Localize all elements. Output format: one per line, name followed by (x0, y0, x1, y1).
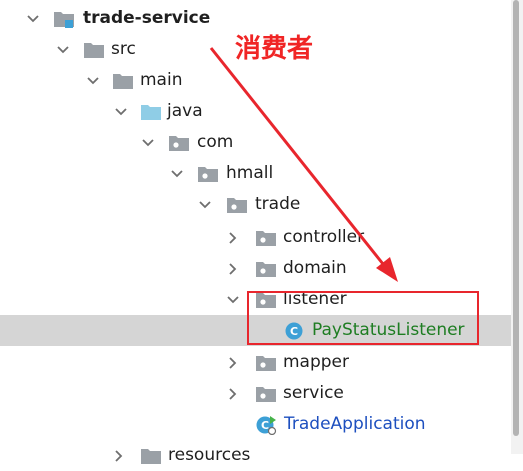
package-icon (255, 228, 277, 248)
chevron-down-icon[interactable] (170, 167, 184, 181)
tree-node-controller[interactable]: controller (0, 222, 511, 253)
tree-node-label: domain (283, 258, 347, 278)
package-icon (255, 384, 277, 404)
chevron-down-icon[interactable] (86, 74, 100, 88)
tree-node-domain[interactable]: domain (0, 253, 511, 284)
chevron-right-icon[interactable] (226, 387, 240, 401)
folder-icon (83, 40, 105, 60)
tree-node-label: trade-service (83, 8, 211, 28)
tree-node-tradeapplication[interactable]: C TradeApplication (0, 409, 511, 440)
tree-node-label: src (111, 39, 136, 59)
chevron-down-icon[interactable] (141, 136, 155, 150)
package-icon (226, 195, 248, 215)
tree-node-com[interactable]: com (0, 127, 511, 158)
svg-text:C: C (261, 419, 269, 432)
highlight-box (247, 291, 479, 345)
module-folder-icon (53, 9, 75, 29)
tree-node-label: trade (255, 194, 301, 214)
chevron-down-icon[interactable] (56, 43, 70, 57)
tree-node-label: com (197, 132, 234, 152)
chevron-down-icon[interactable] (226, 293, 240, 307)
chevron-right-icon[interactable] (112, 449, 126, 463)
tree-node-label: hmall (226, 163, 274, 183)
vertical-scrollbar[interactable] (511, 0, 523, 454)
package-icon (255, 259, 277, 279)
chevron-right-icon[interactable] (226, 231, 240, 245)
chevron-down-icon[interactable] (26, 12, 40, 26)
tree-node-label: TradeApplication (284, 414, 426, 434)
package-icon (168, 133, 190, 153)
source-folder-icon (140, 102, 162, 122)
tree-node-label: resources (168, 445, 251, 465)
chevron-right-icon[interactable] (226, 262, 240, 276)
tree-node-label: java (167, 101, 203, 121)
tree-node-hmall[interactable]: hmall (0, 158, 511, 189)
annotation-label: 消费者 (235, 34, 314, 64)
tree-node-resources[interactable]: resources (0, 440, 511, 471)
tree-node-label: service (283, 383, 344, 403)
folder-icon (112, 71, 134, 91)
folder-icon (140, 446, 162, 466)
package-icon (197, 164, 219, 184)
tree-node-mapper[interactable]: mapper (0, 347, 511, 378)
tree-node-label: controller (283, 227, 365, 247)
chevron-down-icon[interactable] (198, 198, 212, 212)
tree-node-java[interactable]: java (0, 96, 511, 127)
tree-node-label: mapper (283, 352, 350, 372)
tree-node-trade[interactable]: trade (0, 189, 511, 220)
chevron-down-icon[interactable] (114, 105, 128, 119)
tree-node-label: main (140, 70, 183, 90)
tree-node-service[interactable]: service (0, 378, 511, 409)
chevron-right-icon[interactable] (226, 356, 240, 370)
tree-node-main[interactable]: main (0, 65, 511, 96)
scrollbar-thumb[interactable] (513, 0, 519, 436)
package-icon (255, 353, 277, 373)
spring-boot-class-icon: C (255, 415, 277, 436)
